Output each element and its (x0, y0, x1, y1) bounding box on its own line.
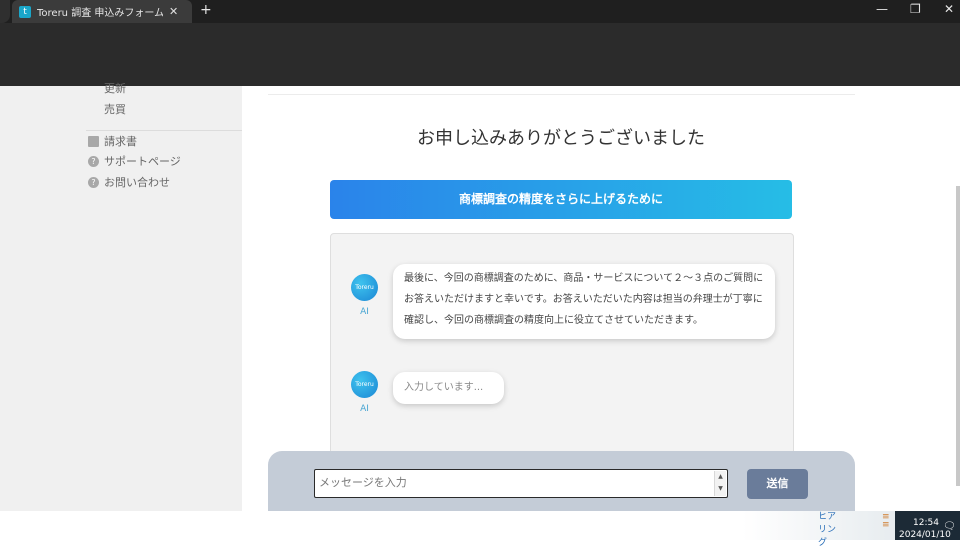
minimize-icon[interactable]: — (876, 2, 888, 16)
page-content: 更新 売買 請求書 ? サポートページ ? お問い合わせ お申し込みありがとうご… (0, 82, 960, 511)
help-icon: ? (88, 155, 99, 167)
sidebar-item-contact[interactable]: ? お問い合わせ (88, 174, 170, 190)
sidebar-item-invoice[interactable]: 請求書 (88, 133, 137, 149)
message-input-bar: ▲▼ 送信 (268, 451, 855, 511)
sender-label: AI (360, 404, 369, 414)
send-button[interactable]: 送信 (747, 469, 808, 499)
clock-time: 12:54 (913, 518, 939, 528)
new-tab-button[interactable]: + (200, 2, 212, 18)
tab-title: Toreru 調査 申込みフォーム | Tore (37, 8, 163, 19)
restore-icon[interactable]: ❐ (910, 2, 921, 16)
browser-tab-bar: t Toreru 調査 申込みフォーム | Tore ✕ + — ❐ ✕ (0, 0, 960, 23)
sidebar-sub-item-trade[interactable]: 売買 (104, 101, 126, 117)
message-input[interactable] (315, 470, 718, 495)
ai-avatar: Toreru (351, 371, 378, 398)
textarea-scroll-arrows[interactable]: ▲ ▼ (714, 471, 726, 496)
tab-close-icon[interactable]: ✕ (169, 5, 178, 18)
sidebar-item-label: 請求書 (104, 135, 137, 148)
sidebar: 更新 売買 請求書 ? サポートページ ? お問い合わせ (0, 82, 242, 511)
browser-toolbar (0, 23, 960, 86)
sidebar-divider (86, 130, 242, 131)
sidebar-item-label: サポートページ (104, 155, 181, 168)
message-textbox[interactable]: ▲▼ (314, 469, 728, 498)
taskbar-area: ヒアリング ≡ ≡ 12:54 2024/01/10 🗨 (640, 511, 960, 548)
menu-lines-icon[interactable]: ≡ ≡ (882, 513, 894, 530)
sidebar-item-label: お問い合わせ (104, 176, 170, 189)
typing-indicator: 入力しています... (393, 372, 504, 404)
section-banner: 商標調査の精度をさらに上げるために (330, 180, 792, 219)
window-close-icon[interactable]: ✕ (944, 2, 954, 16)
notification-icon[interactable]: 🗨 (943, 521, 956, 533)
sidebar-sub-item-update[interactable]: 更新 (104, 80, 126, 96)
sender-label: AI (360, 307, 369, 317)
content-divider (268, 94, 855, 95)
help-icon: ? (88, 176, 99, 188)
page-title: お申し込みありがとうございました (417, 128, 705, 149)
toreru-favicon-icon: t (19, 5, 31, 18)
browser-tab[interactable]: t Toreru 調査 申込みフォーム | Tore ✕ (12, 0, 192, 23)
document-icon (88, 135, 99, 147)
taskbar-fade (640, 511, 895, 540)
page-scrollbar[interactable] (956, 186, 960, 486)
system-clock[interactable]: 12:54 2024/01/10 🗨 (895, 511, 960, 540)
chat-panel: Toreru AI 最後に、今回の商標調査のために、商品・サービスについて２〜３… (330, 233, 794, 458)
ai-avatar: Toreru (351, 274, 378, 301)
hearing-link[interactable]: ヒアリング (818, 511, 844, 550)
window-edge (0, 0, 10, 23)
chat-message: 最後に、今回の商標調査のために、商品・サービスについて２〜３点のご質問にお答えい… (393, 264, 775, 339)
sidebar-item-support[interactable]: ? サポートページ (88, 153, 181, 169)
